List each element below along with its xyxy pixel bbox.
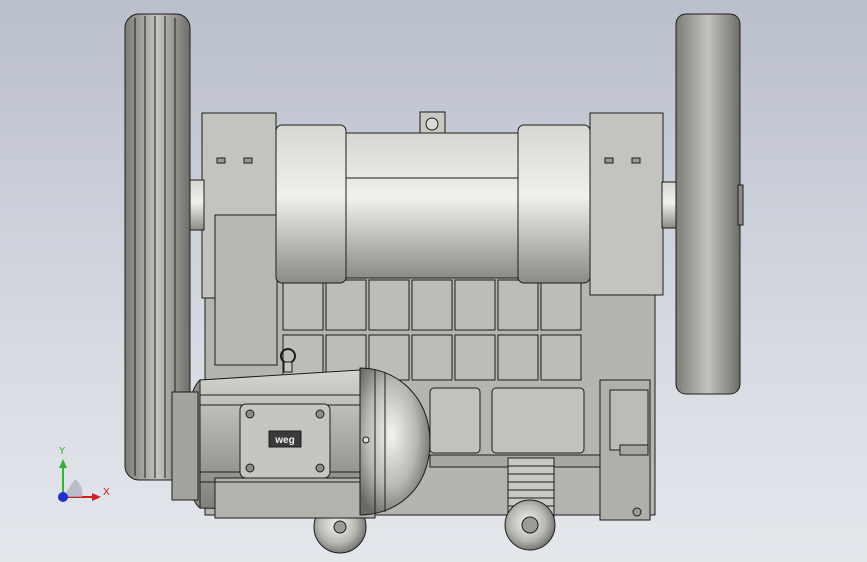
z-axis-dot [58,492,68,502]
tension-spring [504,457,556,551]
orientation-triad[interactable]: Y X [58,446,110,502]
x-axis-label: X [103,487,110,498]
frame-window-right [491,387,585,454]
jaw-grid-plate [282,279,582,381]
right-side-plate [589,112,664,296]
eccentric-shaft-center [345,132,519,279]
right-bearing-housing [517,124,591,284]
flywheel [675,13,741,395]
motor-brand-text: weg [274,435,294,446]
left-bearing-housing [275,124,347,284]
jaw-crusher-model: weg Y X [58,13,744,554]
y-axis-label: Y [58,446,66,457]
cad-viewport[interactable]: weg Y X [0,0,867,562]
frame-window-left [429,387,481,454]
